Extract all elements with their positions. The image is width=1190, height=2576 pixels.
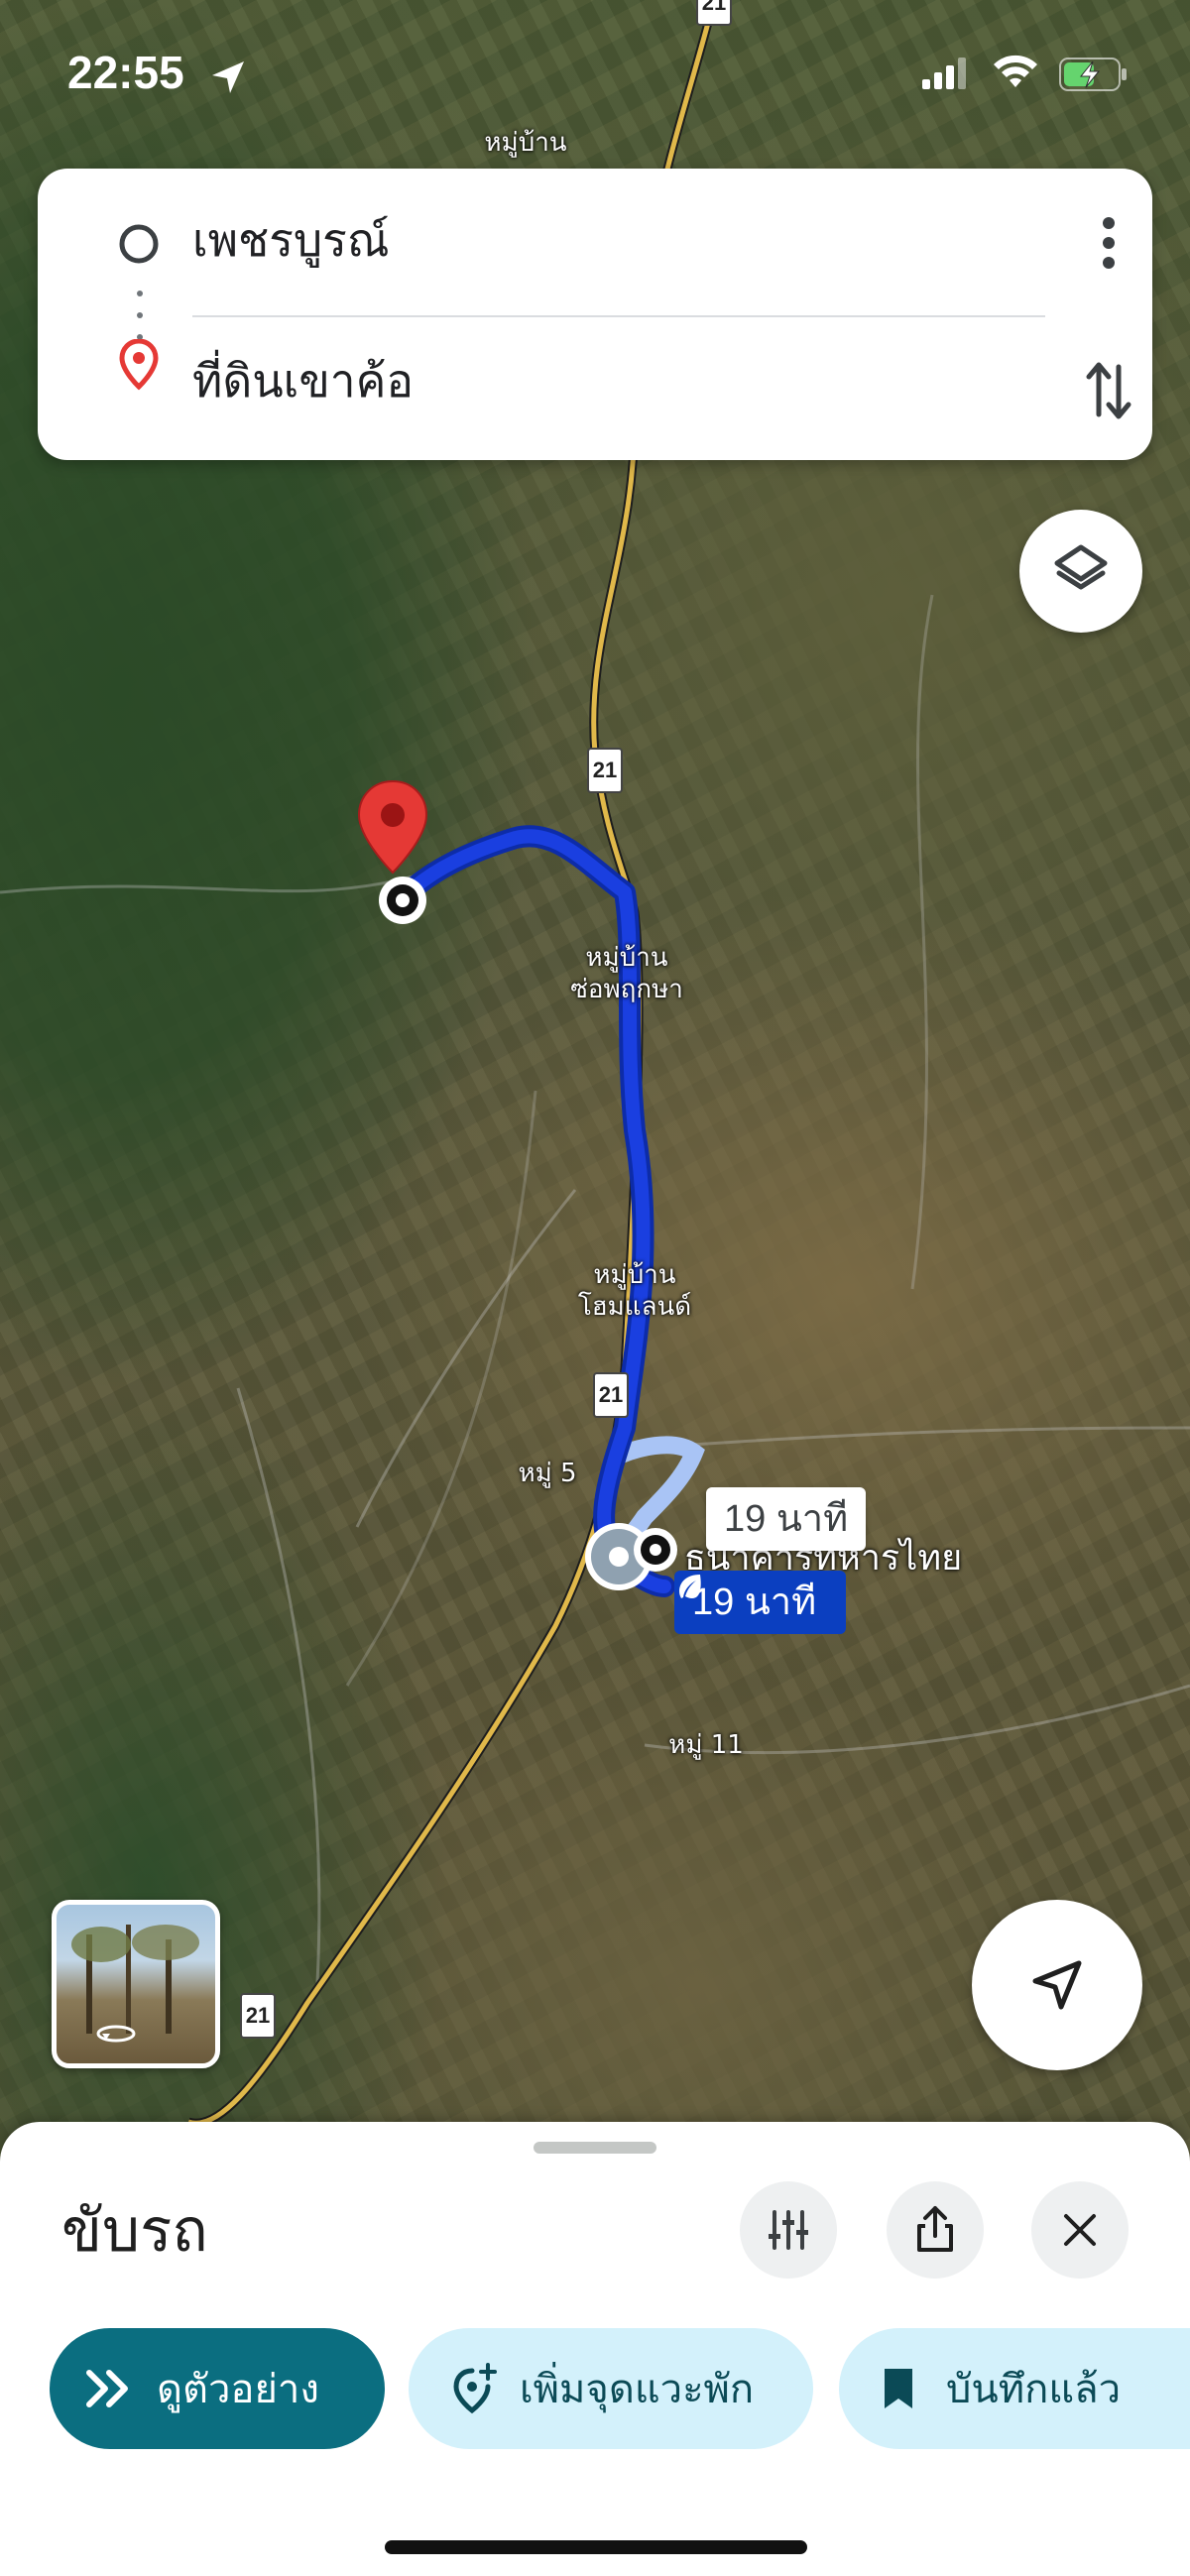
- rotate-360-icon: [92, 2022, 140, 2049]
- swap-arrows-icon: [1086, 362, 1131, 419]
- destination-endpoint-icon: [375, 873, 430, 928]
- highway-shield: 21: [587, 748, 623, 793]
- main-route-time: 19 นาที: [692, 1581, 817, 1623]
- map-label-village-homeland: หมู่บ้าน โฮมแลนด์: [577, 1260, 692, 1322]
- navigation-arrow-icon: [1032, 1960, 1082, 2010]
- status-time: 22:55: [67, 47, 184, 98]
- map-layers-button[interactable]: [1019, 510, 1142, 633]
- home-indicator[interactable]: [385, 2540, 807, 2554]
- battery-charging-icon: [1059, 58, 1129, 95]
- close-icon: [1064, 2214, 1096, 2246]
- swap-directions-button[interactable]: [1077, 351, 1140, 430]
- street-view-thumbnail[interactable]: [52, 1900, 220, 2068]
- add-stop-label: เพิ่มจุดแวะพัก: [520, 2367, 755, 2412]
- origin-row[interactable]: เพชรบูรณ์: [38, 169, 1152, 288]
- share-button[interactable]: [887, 2181, 984, 2279]
- map-label-moo11: หมู่ 11: [668, 1730, 744, 1760]
- status-bar: 22:55: [0, 0, 1190, 149]
- cellular-signal-icon: [922, 58, 966, 93]
- more-vert-icon: [1103, 217, 1115, 269]
- wifi-icon: [992, 54, 1039, 95]
- bookmark-icon: [885, 2369, 912, 2408]
- destination-field[interactable]: ที่ดินเขาค้อ: [192, 345, 414, 417]
- add-stop-button[interactable]: เพิ่มจุดแวะพัก: [409, 2328, 813, 2449]
- preview-route-button[interactable]: ดูตัวอย่าง: [50, 2328, 385, 2449]
- highway-shield: 21: [593, 1372, 629, 1418]
- travel-mode-title: ขับรถ: [61, 2196, 208, 2266]
- directions-bottom-sheet: ขับรถ ดูตัวอย่าง เพิ่มจุดแวะพัก บันทึกแล…: [0, 2122, 1190, 2576]
- map-label-village-sophruksa: หมู่บ้าน ซ่อพฤกษา: [570, 943, 683, 1004]
- destination-pin-icon[interactable]: [353, 777, 432, 877]
- add-location-icon: [453, 2363, 497, 2414]
- saved-button[interactable]: บันทึกแล้ว: [839, 2328, 1190, 2449]
- layers-icon: [1054, 544, 1108, 590]
- more-options-button[interactable]: [1089, 208, 1129, 278]
- alt-route-time-chip[interactable]: 19 นาที: [706, 1487, 867, 1551]
- route-options-button[interactable]: [740, 2181, 837, 2279]
- directions-search-card: เพชรบูรณ์ ที่ดินเขาค้อ: [38, 169, 1152, 460]
- destination-row[interactable]: ที่ดินเขาค้อ: [38, 317, 1152, 436]
- origin-endpoint-icon: [631, 1525, 680, 1575]
- sheet-grabber[interactable]: [534, 2142, 656, 2154]
- location-arrow-icon: [208, 58, 248, 101]
- tune-icon: [769, 2210, 808, 2250]
- saved-label: บันทึกแล้ว: [946, 2367, 1122, 2412]
- destination-pin-small-icon: [119, 338, 159, 395]
- map-label-moo5: หมู่ 5: [518, 1459, 577, 1488]
- highway-shield: 21: [240, 1993, 276, 2039]
- double-chevron-right-icon: [86, 2370, 128, 2407]
- origin-circle-icon: [117, 222, 161, 270]
- main-route-time-chip[interactable]: 19 นาที: [674, 1571, 847, 1634]
- close-button[interactable]: [1031, 2181, 1129, 2279]
- share-icon: [917, 2206, 953, 2252]
- origin-field[interactable]: เพชรบูรณ์: [192, 204, 390, 277]
- preview-route-label: ดูตัวอย่าง: [157, 2367, 319, 2412]
- recenter-location-button[interactable]: [972, 1900, 1142, 2070]
